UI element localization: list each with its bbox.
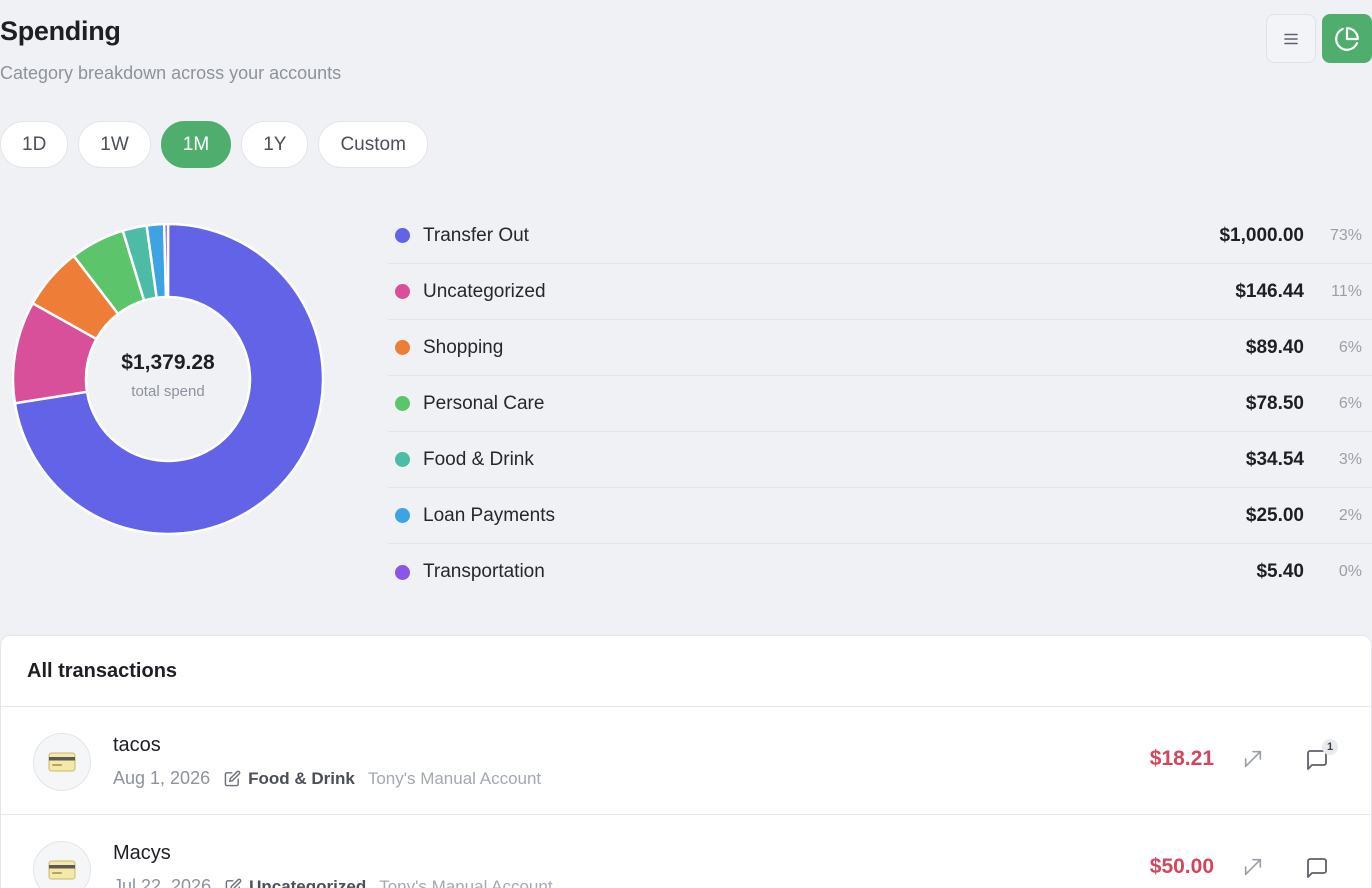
split-arrow-icon bbox=[1244, 750, 1262, 768]
legend-category-name: Personal Care bbox=[423, 392, 545, 414]
total-spend-amount: $1,379.28 bbox=[121, 350, 215, 374]
transaction-category[interactable]: Uncategorized bbox=[249, 877, 366, 888]
legend-amount: $89.40 bbox=[1245, 336, 1304, 358]
transactions-card: All transactions tacos Aug 1, 2026 Food … bbox=[0, 635, 1372, 888]
legend-percent: 3% bbox=[1338, 450, 1362, 468]
transaction-account: Tony's Manual Account bbox=[367, 768, 542, 788]
range-1m-button[interactable]: 1M bbox=[160, 121, 232, 168]
spending-donut-chart: $1,379.28 total spend bbox=[11, 222, 325, 536]
category-legend: Transfer Out $1,000.00 73% Uncategorized… bbox=[388, 208, 1372, 600]
legend-amount: $34.54 bbox=[1245, 448, 1304, 470]
transaction-avatar bbox=[33, 733, 91, 791]
edit-category-button[interactable] bbox=[225, 878, 242, 888]
list-icon bbox=[1284, 33, 1298, 44]
legend-row-transfer-out[interactable]: Transfer Out $1,000.00 73% bbox=[388, 208, 1372, 264]
comments-button[interactable] bbox=[1302, 853, 1332, 883]
legend-row-food-drink[interactable]: Food & Drink $34.54 3% bbox=[388, 432, 1372, 488]
list-view-button[interactable] bbox=[1266, 14, 1316, 63]
page-subtitle: Category breakdown across your accounts bbox=[0, 63, 342, 83]
legend-amount: $1,000.00 bbox=[1219, 224, 1304, 246]
transaction-row[interactable]: Macys Jul 22, 2026 Uncategorized Tony's … bbox=[1, 815, 1371, 888]
legend-row-loan-payments[interactable]: Loan Payments $25.00 2% bbox=[388, 488, 1372, 544]
split-transaction-button[interactable] bbox=[1239, 853, 1267, 881]
spending-page: Spending Category breakdown across your … bbox=[0, 0, 1372, 888]
legend-percent: 0% bbox=[1338, 563, 1362, 580]
credit-card-icon bbox=[48, 752, 76, 772]
legend-dot bbox=[395, 396, 410, 411]
total-spend-label: total spend bbox=[131, 382, 205, 400]
donut-center: $1,379.28 total spend bbox=[12, 223, 324, 535]
legend-dot bbox=[395, 340, 410, 355]
transaction-avatar bbox=[33, 841, 91, 888]
legend-amount: $25.00 bbox=[1245, 504, 1304, 526]
transaction-name: Macys bbox=[113, 842, 171, 864]
credit-card-icon bbox=[48, 860, 76, 880]
legend-row-shopping[interactable]: Shopping $89.40 6% bbox=[388, 320, 1372, 376]
legend-percent: 11% bbox=[1331, 282, 1362, 300]
legend-category-name: Food & Drink bbox=[423, 448, 534, 470]
transaction-amount: $50.00 bbox=[1149, 855, 1214, 878]
legend-percent: 6% bbox=[1338, 338, 1362, 356]
legend-row-transportation[interactable]: Transportation $5.40 0% bbox=[388, 544, 1372, 600]
legend-category-name: Shopping bbox=[423, 336, 504, 358]
legend-percent: 2% bbox=[1338, 506, 1362, 524]
transaction-amount: $18.21 bbox=[1149, 747, 1214, 770]
legend-percent: 73% bbox=[1329, 226, 1362, 244]
legend-dot bbox=[395, 508, 410, 523]
comments-button[interactable]: 1 bbox=[1302, 739, 1338, 775]
legend-amount: $5.40 bbox=[1256, 561, 1304, 582]
legend-row-personal-care[interactable]: Personal Care $78.50 6% bbox=[388, 376, 1372, 432]
legend-dot bbox=[395, 284, 410, 299]
legend-dot bbox=[395, 228, 410, 243]
legend-dot bbox=[395, 564, 410, 580]
legend-dot bbox=[395, 452, 410, 467]
range-1d-button[interactable]: 1D bbox=[0, 121, 69, 168]
range-1w-button[interactable]: 1W bbox=[78, 121, 151, 168]
edit-category-button[interactable] bbox=[224, 770, 241, 787]
legend-category-name: Loan Payments bbox=[423, 504, 556, 526]
transaction-meta: Jul 22, 2026 Uncategorized Tony's Manual… bbox=[113, 876, 553, 888]
transaction-row[interactable]: tacos Aug 1, 2026 Food & Drink Tony's Ma… bbox=[1, 707, 1371, 815]
view-toggle bbox=[1266, 14, 1372, 63]
transaction-meta: Aug 1, 2026 Food & Drink Tony's Manual A… bbox=[113, 768, 541, 789]
comment-icon bbox=[1307, 858, 1327, 878]
legend-category-name: Uncategorized bbox=[423, 280, 546, 302]
page-title: Spending bbox=[0, 16, 121, 46]
range-1y-button[interactable]: 1Y bbox=[241, 121, 309, 168]
transactions-title: All transactions bbox=[1, 636, 1371, 707]
legend-amount: $78.50 bbox=[1245, 392, 1304, 414]
transaction-date: Jul 22, 2026 bbox=[113, 876, 212, 888]
legend-category-name: Transportation bbox=[423, 561, 545, 582]
legend-amount: $146.44 bbox=[1235, 280, 1304, 302]
legend-row-uncategorized[interactable]: Uncategorized $146.44 11% bbox=[388, 264, 1372, 320]
transaction-account: Tony's Manual Account bbox=[379, 876, 553, 888]
transaction-name: tacos bbox=[113, 734, 161, 756]
transaction-category[interactable]: Food & Drink bbox=[248, 769, 355, 789]
legend-percent: 6% bbox=[1338, 394, 1362, 412]
pie-chart-icon bbox=[1335, 26, 1359, 51]
split-arrow-icon bbox=[1244, 858, 1262, 876]
split-transaction-button[interactable] bbox=[1239, 745, 1267, 773]
comment-count-badge: 1 bbox=[1322, 739, 1338, 755]
range-custom-button[interactable]: Custom bbox=[318, 121, 428, 168]
transaction-date: Aug 1, 2026 bbox=[113, 768, 211, 788]
edit-icon bbox=[225, 878, 242, 888]
chart-view-button[interactable] bbox=[1322, 14, 1372, 63]
edit-icon bbox=[224, 770, 241, 787]
time-range-selector: 1D 1W 1M 1Y Custom bbox=[0, 121, 428, 168]
